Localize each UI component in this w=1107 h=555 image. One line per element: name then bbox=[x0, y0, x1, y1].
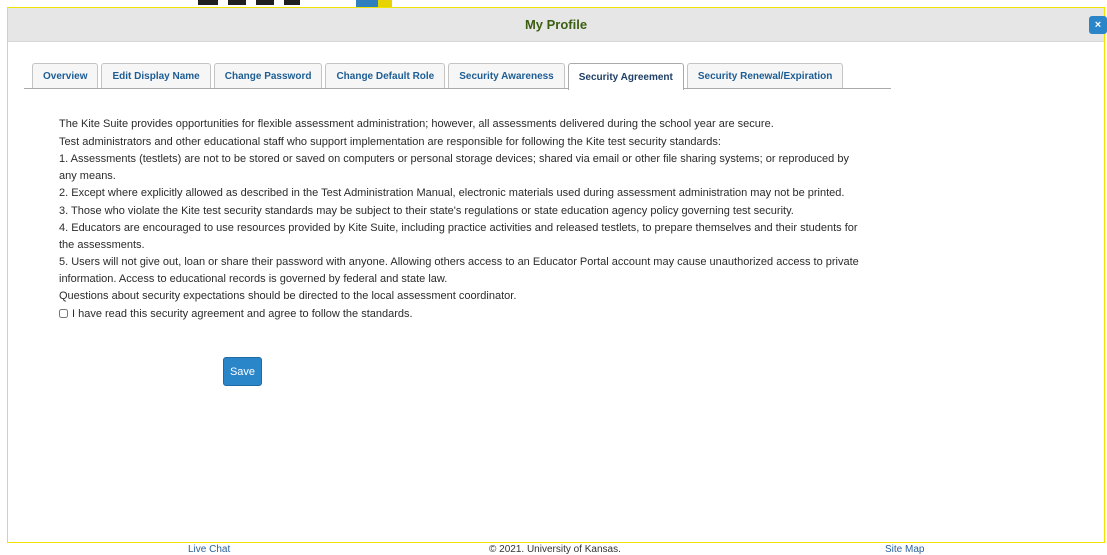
tab-change-password[interactable]: Change Password bbox=[213, 63, 323, 88]
profile-tabs: Overview Edit Display Name Change Passwo… bbox=[24, 63, 891, 90]
copyright-text: © 2021. University of Kansas. bbox=[489, 544, 621, 555]
tab-security-renewal-expiration[interactable]: Security Renewal/Expiration bbox=[686, 63, 844, 88]
tab-change-default-role[interactable]: Change Default Role bbox=[325, 63, 446, 88]
agreement-paragraph: The Kite Suite provides opportunities fo… bbox=[59, 118, 774, 130]
page-footer: Live Chat © 2021. University of Kansas. … bbox=[0, 543, 1107, 555]
agreement-paragraph: 5. Users will not give out, loan or shar… bbox=[59, 256, 859, 285]
save-button[interactable]: Save bbox=[223, 357, 262, 386]
background-logo-fragment bbox=[228, 0, 246, 5]
agreement-paragraph: Questions about security expectations sh… bbox=[59, 290, 517, 302]
live-chat-link[interactable]: Live Chat bbox=[188, 544, 230, 555]
tab-edit-display-name[interactable]: Edit Display Name bbox=[101, 63, 211, 88]
close-button[interactable]: × bbox=[1089, 16, 1107, 34]
tab-security-awareness[interactable]: Security Awareness bbox=[448, 63, 565, 88]
background-logo-fragment bbox=[256, 0, 274, 5]
agree-row: I have read this security agreement and … bbox=[59, 306, 859, 323]
agree-checkbox-label: I have read this security agreement and … bbox=[72, 307, 413, 320]
security-agreement-content: The Kite Suite provides opportunities fo… bbox=[59, 116, 859, 322]
agreement-paragraph: 2. Except where explicitly allowed as de… bbox=[59, 187, 845, 199]
dialog-title: My Profile bbox=[524, 17, 588, 32]
agree-checkbox[interactable] bbox=[59, 309, 68, 319]
tab-overview[interactable]: Overview bbox=[32, 63, 99, 88]
agreement-paragraph: 3. Those who violate the Kite test secur… bbox=[59, 204, 794, 217]
tab-security-agreement[interactable]: Security Agreement bbox=[567, 63, 684, 90]
background-logo-fragment bbox=[198, 0, 218, 5]
close-icon: × bbox=[1094, 19, 1102, 31]
dialog-titlebar: My Profile bbox=[8, 8, 1104, 42]
background-logo-fragment bbox=[284, 0, 300, 5]
agreement-paragraph: 1. Assessments (testlets) are not to be … bbox=[59, 153, 849, 182]
site-map-link[interactable]: Site Map bbox=[885, 544, 924, 555]
agreement-paragraph: 4. Educators are encouraged to use resou… bbox=[59, 222, 858, 251]
agreement-paragraph: Test administrators and other educationa… bbox=[59, 135, 721, 148]
